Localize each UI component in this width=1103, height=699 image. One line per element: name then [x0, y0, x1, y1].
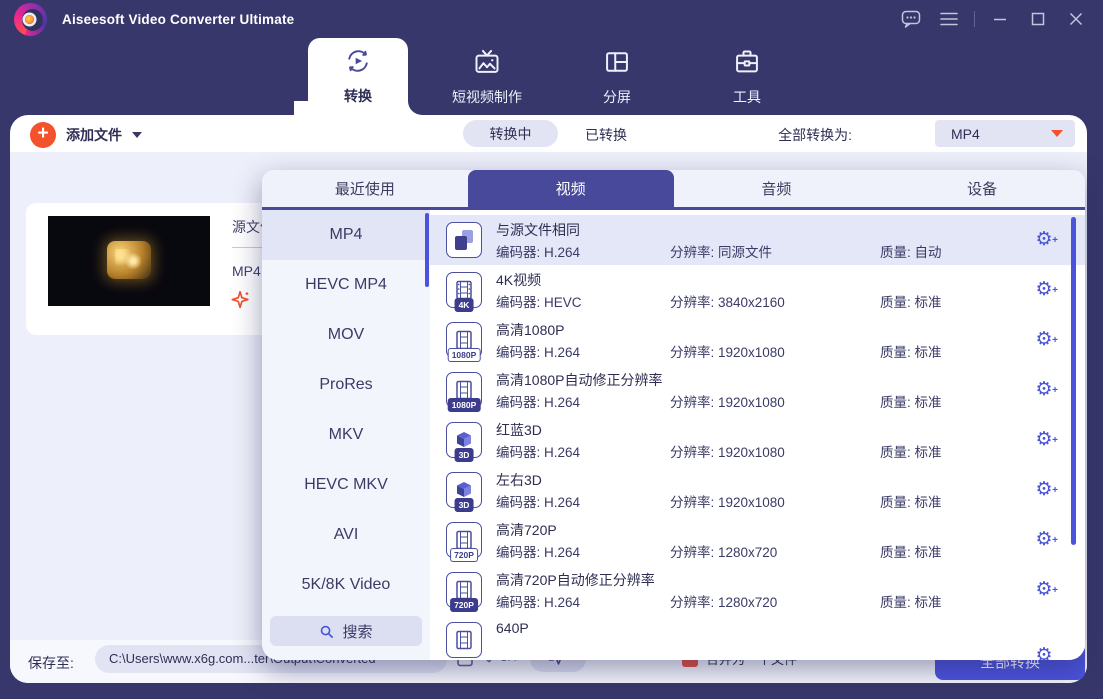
tab-video[interactable]: 视频 — [468, 170, 674, 207]
chevron-down-icon — [132, 132, 142, 138]
convert-icon — [344, 47, 372, 78]
preset-row-1080p[interactable]: 1080P 高清1080P 编码器: H.264 分辨率: 1920x1080 … — [430, 315, 1085, 365]
preset-settings-gear-icon[interactable]: ⚙+ — [1033, 229, 1055, 251]
app-logo-icon — [14, 3, 47, 36]
add-file-label: 添加文件 — [66, 125, 122, 145]
preset-settings-gear-icon[interactable]: ⚙+ — [1033, 279, 1055, 301]
search-button[interactable]: 搜索 — [270, 616, 422, 646]
save-to-label: 保存至: — [28, 653, 74, 673]
output-format-value: MP4 — [951, 126, 980, 142]
tab-toolbox[interactable]: 工具 — [717, 40, 777, 115]
preset-row-anaglyph-3d[interactable]: 3D 红蓝3D 编码器: H.264 分辨率: 1920x1080 质量: 标准… — [430, 415, 1085, 465]
preset-row-1080p-autofix[interactable]: 1080P 高清1080P自动修正分辨率 编码器: H.264 分辨率: 192… — [430, 365, 1085, 415]
tab-recently-used[interactable]: 最近使用 — [262, 170, 468, 207]
sidebar-item-avi[interactable]: AVI — [262, 510, 430, 560]
titlebar-separator — [974, 11, 975, 27]
cube-3d-icon: 3D — [446, 472, 482, 508]
dropdown-arrow-icon — [1051, 130, 1063, 137]
film-icon: 720P — [446, 572, 482, 608]
preset-row-same-as-source[interactable]: 与源文件相同 编码器: H.264 分辨率: 同源文件 质量: 自动 ⚙+ — [430, 215, 1085, 265]
sidebar-item-hevc-mp4[interactable]: HEVC MP4 — [262, 260, 430, 310]
short-video-icon — [473, 48, 501, 79]
preset-list: 与源文件相同 编码器: H.264 分辨率: 同源文件 质量: 自动 ⚙+ 4K… — [430, 210, 1085, 660]
format-sidebar: MP4 HEVC MP4 MOV ProRes MKV HEVC MKV AVI… — [262, 210, 430, 660]
tab-convert[interactable]: 转换 — [308, 38, 408, 115]
tab-label: 分屏 — [603, 87, 631, 107]
maximize-button[interactable] — [1027, 9, 1049, 29]
sidebar-item-5k8k[interactable]: 5K/8K Video — [262, 560, 430, 610]
preset-row-720p[interactable]: 720P 高清720P 编码器: H.264 分辨率: 1280x720 质量:… — [430, 515, 1085, 565]
format-dialog-tabs: 最近使用 视频 音频 设备 — [262, 170, 1085, 210]
plus-icon: + — [30, 122, 56, 148]
thumbnail-artwork — [107, 241, 151, 279]
tab-label: 转换 — [344, 86, 372, 106]
preset-settings-gear-icon[interactable]: ⚙+ — [1033, 379, 1055, 401]
output-format-select[interactable]: MP4 — [935, 120, 1075, 147]
format-picker-dialog: 最近使用 视频 音频 设备 MP4 HEVC MP4 MOV ProRes MK… — [262, 170, 1085, 660]
title-bar: Aiseesoft Video Converter Ultimate — [0, 0, 1103, 38]
tab-converted[interactable]: 已转换 — [585, 125, 627, 145]
tab-converting[interactable]: 转换中 — [463, 120, 558, 147]
film-icon: 720P — [446, 522, 482, 558]
preset-settings-gear-icon[interactable]: ⚙+ — [1033, 479, 1055, 501]
tab-curve — [294, 101, 308, 115]
convert-all-to-label: 全部转换为: — [778, 125, 852, 145]
close-button[interactable] — [1065, 9, 1087, 29]
sidebar-item-mov[interactable]: MOV — [262, 310, 430, 360]
search-icon — [319, 624, 334, 639]
film-icon: 1080P — [446, 372, 482, 408]
sidebar-scrollbar[interactable] — [425, 213, 429, 287]
tab-short-video[interactable]: 短视频制作 — [432, 40, 542, 115]
film-icon — [446, 622, 482, 658]
same-as-source-icon — [446, 222, 482, 258]
preset-settings-gear-icon[interactable]: ⚙ — [1033, 645, 1055, 660]
preset-row-640p[interactable]: 640P ⚙ — [430, 615, 1085, 660]
preset-settings-gear-icon[interactable]: ⚙+ — [1033, 529, 1055, 551]
preset-row-4k[interactable]: 4K 4K视频 编码器: HEVC 分辨率: 3840x2160 质量: 标准 … — [430, 265, 1085, 315]
add-file-button[interactable]: + 添加文件 — [30, 122, 142, 148]
film-icon: 4K — [446, 272, 482, 308]
tab-split-screen[interactable]: 分屏 — [587, 40, 647, 115]
search-label: 搜索 — [342, 621, 372, 642]
preset-settings-gear-icon[interactable]: ⚙+ — [1033, 579, 1055, 601]
split-screen-icon — [603, 48, 631, 79]
list-scrollbar[interactable] — [1071, 217, 1076, 545]
sidebar-item-hevc-mkv[interactable]: HEVC MKV — [262, 460, 430, 510]
tab-device[interactable]: 设备 — [879, 170, 1085, 207]
app-title: Aiseesoft Video Converter Ultimate — [62, 12, 294, 27]
sidebar-item-mkv[interactable]: MKV — [262, 410, 430, 460]
toolbox-icon — [733, 48, 761, 79]
effects-icon[interactable] — [230, 289, 252, 311]
preset-row-720p-autofix[interactable]: 720P 高清720P自动修正分辨率 编码器: H.264 分辨率: 1280x… — [430, 565, 1085, 615]
preset-row-sbs-3d[interactable]: 3D 左右3D 编码器: H.264 分辨率: 1920x1080 质量: 标准… — [430, 465, 1085, 515]
cube-3d-icon: 3D — [446, 422, 482, 458]
tab-label: 短视频制作 — [452, 87, 522, 107]
menu-icon[interactable] — [938, 9, 960, 29]
tab-curve — [408, 101, 422, 115]
minimize-button[interactable] — [989, 9, 1011, 29]
video-thumbnail[interactable] — [48, 216, 210, 306]
film-icon: 1080P — [446, 322, 482, 358]
tab-label: 工具 — [733, 87, 761, 107]
sidebar-item-prores[interactable]: ProRes — [262, 360, 430, 410]
tab-audio[interactable]: 音频 — [674, 170, 880, 207]
preset-settings-gear-icon[interactable]: ⚙+ — [1033, 429, 1055, 451]
sidebar-item-mp4[interactable]: MP4 — [262, 210, 430, 260]
feedback-icon[interactable] — [900, 9, 922, 29]
preset-settings-gear-icon[interactable]: ⚙+ — [1033, 329, 1055, 351]
